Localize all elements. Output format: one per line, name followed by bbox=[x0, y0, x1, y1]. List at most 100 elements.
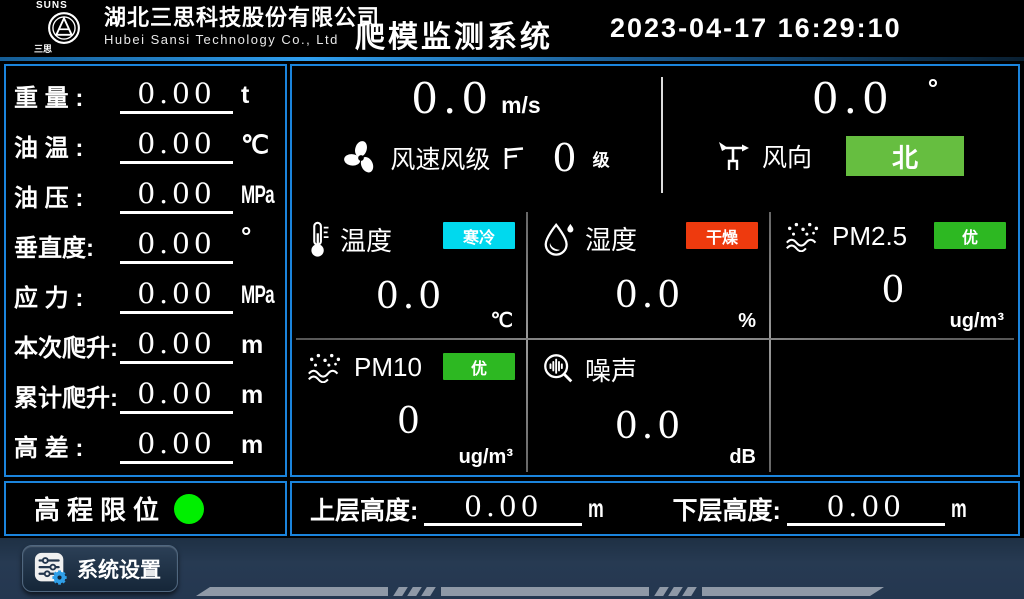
pm25-unit: ug/m³ bbox=[950, 310, 1004, 333]
wind-vane-icon bbox=[716, 140, 752, 172]
env-label: 噪声 bbox=[585, 351, 637, 388]
metric-row-verticality: 垂直度: 0.00 ° bbox=[14, 220, 277, 270]
header-divider bbox=[0, 57, 1024, 61]
metric-label: 垂直度: bbox=[14, 228, 118, 263]
company-logo: SUNS 三思 bbox=[28, 1, 100, 54]
env-cell-temperature: 温度 寒冷 0.0 ℃ bbox=[292, 208, 527, 339]
metric-label: 油 压 : bbox=[14, 178, 118, 213]
humidity-value: 0.0 bbox=[541, 275, 758, 316]
elevation-limit-label: 高程限位 bbox=[34, 490, 166, 527]
upper-height-label: 上层高度: bbox=[310, 491, 418, 527]
metric-label: 本次爬升: bbox=[14, 328, 118, 363]
metric-unit: ° bbox=[241, 221, 251, 251]
metric-row-total-climb: 累计爬升: 0.00 m bbox=[14, 371, 277, 421]
pm10-status-badge: 优 bbox=[443, 353, 515, 380]
lower-height-group: 下层高度: 0.00 m bbox=[672, 491, 972, 527]
metric-label: 油 温 : bbox=[14, 128, 118, 163]
wind-level-unit: 级 bbox=[593, 146, 610, 171]
env-cell-empty bbox=[770, 339, 1018, 475]
pm25-status-badge: 优 bbox=[934, 222, 1006, 249]
upper-height-unit: m bbox=[588, 493, 603, 524]
upper-height-value: 0.00 bbox=[424, 491, 582, 526]
system-settings-label: 系统设置 bbox=[77, 554, 161, 584]
sliders-gear-icon bbox=[33, 551, 69, 587]
screen: SUNS 三思 湖北三思科技股份有限公司 Hubei Sansi Technol… bbox=[0, 0, 1024, 599]
temperature-status-badge: 寒冷 bbox=[443, 222, 515, 249]
metric-unit: ℃ bbox=[241, 130, 277, 160]
metric-row-current-climb: 本次爬升: 0.00 m bbox=[14, 321, 277, 371]
metric-value: 0.00 bbox=[120, 327, 233, 364]
noise-value: 0.0 bbox=[541, 406, 758, 447]
wind-level-icon bbox=[500, 144, 528, 172]
metric-label: 重 量 : bbox=[14, 78, 118, 113]
metric-value: 0.00 bbox=[120, 77, 233, 114]
metric-value: 0.00 bbox=[120, 177, 233, 214]
company-name-en: Hubei Sansi Technology Co., Ltd bbox=[104, 31, 380, 49]
system-settings-button[interactable]: 系统设置 bbox=[22, 545, 178, 592]
humidity-status-badge: 干燥 bbox=[686, 222, 758, 249]
elevation-limit-indicator bbox=[174, 494, 204, 524]
metric-row-height-diff: 高 差 : 0.00 m bbox=[14, 421, 277, 471]
temperature-unit: ℃ bbox=[491, 308, 513, 333]
wind-speed-label: 风速风级 bbox=[390, 140, 490, 176]
decorative-stripes bbox=[196, 587, 884, 596]
wind-direction-label: 风向 bbox=[762, 138, 812, 174]
grid-divider-vertical bbox=[769, 212, 771, 472]
metrics-panel: 重 量 : 0.00 t 油 温 : 0.00 ℃ 油 压 : 0.00 MPa… bbox=[4, 64, 287, 477]
heights-panel: 上层高度: 0.00 m 下层高度: 0.00 m bbox=[290, 481, 1020, 536]
env-label: 湿度 bbox=[585, 220, 637, 257]
wind-direction-badge: 北 bbox=[846, 136, 964, 176]
upper-height-group: 上层高度: 0.00 m bbox=[310, 491, 610, 527]
metric-label: 应 力 : bbox=[14, 278, 118, 313]
company-name: 湖北三思科技股份有限公司 Hubei Sansi Technology Co.,… bbox=[104, 5, 380, 49]
env-label: 温度 bbox=[340, 221, 392, 258]
env-cell-noise: 噪声 0.0 dB bbox=[527, 339, 770, 475]
env-label: PM10 bbox=[354, 352, 422, 383]
metric-value: 0.00 bbox=[120, 227, 233, 264]
pm25-value: 0 bbox=[784, 270, 1006, 311]
lower-height-label: 下层高度: bbox=[672, 491, 780, 527]
metric-unit: m bbox=[241, 381, 277, 410]
wind-level-value: 0 bbox=[552, 136, 576, 180]
sansi-logo-icon bbox=[46, 11, 82, 45]
grid-divider-vertical bbox=[526, 212, 528, 472]
metric-label: 高 差 : bbox=[14, 428, 118, 463]
pm10-unit: ug/m³ bbox=[459, 446, 513, 469]
wind-direction-unit: ° bbox=[928, 73, 938, 104]
metric-value: 0.00 bbox=[120, 427, 233, 464]
page-title: 爬模监测系统 bbox=[355, 12, 553, 56]
bottom-bar: 系统设置 bbox=[0, 538, 1024, 599]
env-cell-pm25: PM2.5 优 0 ug/m³ bbox=[770, 208, 1018, 339]
fan-icon bbox=[342, 139, 380, 177]
environment-grid: 温度 寒冷 0.0 ℃ 湿度 干燥 0.0 % bbox=[292, 208, 1018, 475]
datetime-display: 2023-04-17 16:29:10 bbox=[610, 13, 902, 44]
temperature-value: 0.0 bbox=[306, 276, 515, 317]
metric-unit: MPa bbox=[241, 181, 274, 210]
noise-unit: dB bbox=[729, 446, 756, 469]
metric-value: 0.00 bbox=[120, 277, 233, 314]
metric-row-oil-temp: 油 温 : 0.00 ℃ bbox=[14, 120, 277, 170]
metric-value: 0.00 bbox=[120, 127, 233, 164]
pm-particles-icon bbox=[784, 220, 824, 252]
pm-particles-icon bbox=[306, 351, 346, 383]
metric-label: 累计爬升: bbox=[14, 378, 118, 413]
lower-height-value: 0.00 bbox=[787, 491, 945, 526]
metric-unit: m bbox=[241, 431, 277, 460]
humidity-unit: % bbox=[738, 310, 756, 333]
wind-speed-unit: m/s bbox=[501, 92, 541, 119]
wind-speed-value: 0.0 bbox=[411, 74, 493, 124]
wind-direction-section: 0.0 ° 风向 北 bbox=[662, 66, 1018, 208]
wind-direction-value: 0.0 bbox=[812, 74, 894, 124]
metric-row-weight: 重 量 : 0.00 t bbox=[14, 70, 277, 120]
metric-unit: t bbox=[241, 81, 277, 110]
env-cell-pm10: PM10 优 0 ug/m³ bbox=[292, 339, 527, 475]
thermometer-icon bbox=[306, 220, 332, 258]
metric-row-stress: 应 力 : 0.00 MPa bbox=[14, 271, 277, 321]
env-cell-humidity: 湿度 干燥 0.0 % bbox=[527, 208, 770, 339]
company-name-cn: 湖北三思科技股份有限公司 bbox=[104, 5, 380, 31]
environment-panel: 0.0 m/s 风速风级 0 bbox=[290, 64, 1020, 477]
logo-sansi-text: 三思 bbox=[28, 45, 100, 54]
lower-height-unit: m bbox=[951, 493, 966, 524]
grid-divider-horizontal bbox=[296, 338, 1014, 340]
metric-row-oil-pressure: 油 压 : 0.00 MPa bbox=[14, 170, 277, 220]
